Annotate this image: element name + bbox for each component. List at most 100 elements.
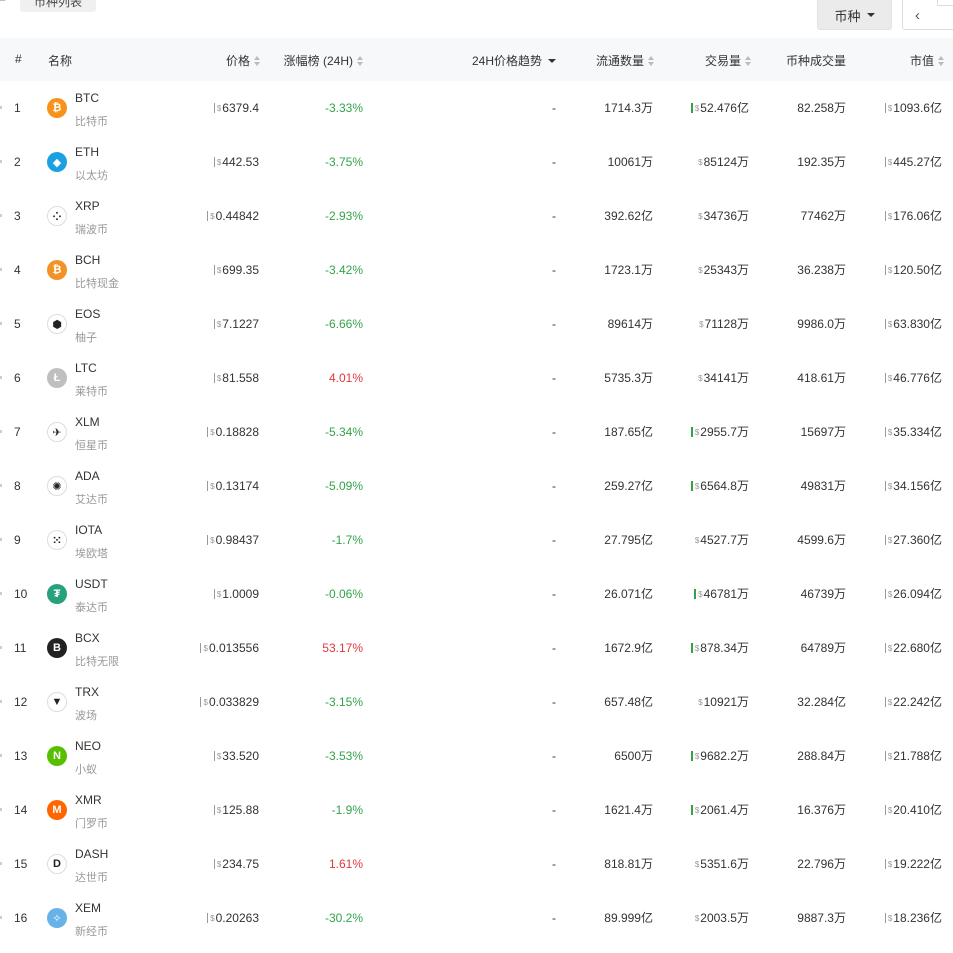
market-cap: $26.094亿 <box>884 587 942 602</box>
rank: 6 <box>14 371 21 385</box>
header-market-cap[interactable]: 市值 <box>880 52 944 69</box>
table-row[interactable]: 12 ▼ TRX 波场 $0.033829 -3.15% - 657.48亿 $10921万 32… <box>0 675 953 729</box>
table-row[interactable]: 3 ⁘ XRP 瑞波币 $0.44842 -2.93% - 392.62亿 $34736万 774… <box>0 189 953 243</box>
next-page-button[interactable] <box>937 0 953 6</box>
circulating-supply: 5735.3万 <box>604 371 653 385</box>
trend-24h: - <box>552 263 556 277</box>
trend-24h: - <box>552 749 556 763</box>
table-row[interactable]: 5 ⬢ EOS 柚子 $7.1227 -6.66% - 89614万 $71128万 9986.0… <box>0 297 953 351</box>
volume: $34141万 <box>698 371 749 385</box>
table-row[interactable]: 16 ✧ XEM 新经币 $0.20263 -30.2% - 89.999亿 $2003.5万 9… <box>0 891 953 945</box>
rank: 2 <box>14 155 21 169</box>
row-edge <box>0 160 2 163</box>
header-trend[interactable]: 24H价格趋势 <box>460 52 556 69</box>
row-edge <box>0 430 2 433</box>
top-toolbar: ᄃ 币种列表 币种 ‹ <box>0 0 953 40</box>
circulating-supply: 89.999亿 <box>604 911 653 925</box>
table-row[interactable]: 6 Ł LTC 莱特币 $81.558 4.01% - 5735.3万 $34141万 418.6… <box>0 351 953 405</box>
coin-symbol[interactable]: BCX <box>75 631 100 645</box>
table-row[interactable]: 10 ₮ USDT 泰达币 $1.0009 -0.06% - 26.071亿 $46781万 46… <box>0 567 953 621</box>
table-row[interactable]: 7 ✈ XLM 恒星币 $0.18828 -5.34% - 187.65亿 $2955.7万 15… <box>0 405 953 459</box>
chevron-left-icon[interactable]: ‹ <box>915 7 920 24</box>
header-price-label: 价格 <box>225 54 250 68</box>
coin-symbol[interactable]: ADA <box>75 469 100 483</box>
bitcoin-cash-icon: ₿ <box>47 260 67 280</box>
price: $442.53 <box>213 155 259 170</box>
table-row[interactable]: 2 ◆ ETH 以太坊 $442.53 -3.75% - 10061万 $85124万 192.3… <box>0 135 953 189</box>
market-cap: $176.06亿 <box>884 209 942 224</box>
coin-name: 莱特币 <box>75 386 108 398</box>
coin-type-dropdown[interactable]: 币种 <box>817 0 892 30</box>
coin-symbol[interactable]: XLM <box>75 415 100 429</box>
rank: 15 <box>14 857 28 871</box>
bitcoin-icon: ₿ <box>47 98 67 118</box>
coin-volume: 9887.3万 <box>797 911 846 925</box>
coin-symbol[interactable]: XMR <box>75 793 102 807</box>
header-volume[interactable]: 交易量 <box>680 52 751 69</box>
table-row[interactable]: 1 ₿ BTC 比特币 $6379.4 -3.33% - 1714.3万 $52.476亿 82.… <box>0 81 953 135</box>
header-change[interactable]: 涨幅榜 (24H) <box>270 52 363 69</box>
coin-volume: 82.258万 <box>797 101 846 115</box>
coin-symbol[interactable]: XRP <box>75 199 100 213</box>
change-24h: -5.09% <box>324 479 363 493</box>
coin-symbol[interactable]: BTC <box>75 91 99 105</box>
table-row[interactable]: 15 D DASH 达世币 $234.75 1.61% - 818.81万 $5351.6万 22… <box>0 837 953 891</box>
trend-24h: - <box>552 155 556 169</box>
rank: 16 <box>14 911 28 925</box>
coin-symbol[interactable]: ETH <box>75 145 99 159</box>
coin-symbol[interactable]: DASH <box>75 847 108 861</box>
change-24h: 4.01% <box>328 371 363 385</box>
change-24h: -3.42% <box>324 263 363 277</box>
coin-symbol[interactable]: USDT <box>75 577 108 591</box>
coin-symbol[interactable]: IOTA <box>75 523 102 537</box>
table-row[interactable]: 8 ✺ ADA 艾达币 $0.13174 -5.09% - 259.27亿 $6564.8万 49… <box>0 459 953 513</box>
tab-stub[interactable]: ᄃ <box>0 0 7 9</box>
rank: 1 <box>14 101 21 115</box>
rank: 8 <box>14 479 21 493</box>
coin-name: 以太坊 <box>75 170 108 182</box>
header-rank: # <box>15 52 22 66</box>
price: $6379.4 <box>213 101 259 116</box>
coin-symbol[interactable]: LTC <box>75 361 97 375</box>
market-cap: $20.410亿 <box>884 803 942 818</box>
price: $1.0009 <box>213 587 259 602</box>
price: $81.558 <box>213 371 259 386</box>
change-24h: -1.7% <box>331 533 363 547</box>
table-row[interactable]: 11 B BCX 比特无限 $0.013556 53.17% - 1672.9亿 $878.34… <box>0 621 953 675</box>
rank: 7 <box>14 425 21 439</box>
header-price[interactable]: 价格 <box>200 52 260 69</box>
table-row[interactable]: 4 ₿ BCH 比特现金 $699.35 -3.42% - 1723.1万 $25343万 36.… <box>0 243 953 297</box>
stellar-rocket-icon: ✈ <box>47 422 67 442</box>
change-24h: -3.53% <box>324 749 363 763</box>
volume: $2061.4万 <box>690 803 749 818</box>
trend-24h: - <box>552 533 556 547</box>
table-row[interactable]: 9 ⁙ IOTA 埃欧塔 $0.98437 -1.7% - 27.795亿 $4527.7万 45… <box>0 513 953 567</box>
sort-icon <box>745 55 751 66</box>
coin-volume: 49831万 <box>800 479 846 493</box>
table-row[interactable]: 13 N NEO 小蚁 $33.520 -3.53% - 6500万 $9682.2万 288.8… <box>0 729 953 783</box>
market-cap: $34.156亿 <box>884 479 942 494</box>
tab-coin-list[interactable]: 币种列表 <box>20 0 97 12</box>
volume: $878.34万 <box>690 641 749 656</box>
circulating-supply: 1621.4万 <box>604 803 653 817</box>
ripple-icon: ⁘ <box>47 206 67 226</box>
coin-volume: 32.284亿 <box>797 695 846 709</box>
coin-symbol[interactable]: EOS <box>75 307 100 321</box>
coin-symbol[interactable]: BCH <box>75 253 100 267</box>
sort-icon <box>648 55 654 66</box>
coin-name: 比特无限 <box>75 656 119 668</box>
price: $0.98437 <box>207 533 259 548</box>
coin-volume: 46739万 <box>800 587 846 601</box>
rank: 9 <box>14 533 21 547</box>
header-coin-volume-label: 币种成交量 <box>785 54 846 68</box>
table-row[interactable]: 14 M XMR 门罗币 $125.88 -1.9% - 1621.4万 $2061.4万 16.… <box>0 783 953 837</box>
circulating-supply: 818.81万 <box>604 857 653 871</box>
coin-volume: 288.84万 <box>797 749 846 763</box>
coin-symbol[interactable]: XEM <box>75 901 101 915</box>
header-supply[interactable]: 流通数量 <box>580 52 654 69</box>
coin-symbol[interactable]: NEO <box>75 739 101 753</box>
market-cap: $21.788亿 <box>884 749 942 764</box>
coin-symbol[interactable]: TRX <box>75 685 99 699</box>
sort-icon <box>254 55 260 66</box>
change-24h: -3.15% <box>324 695 363 709</box>
